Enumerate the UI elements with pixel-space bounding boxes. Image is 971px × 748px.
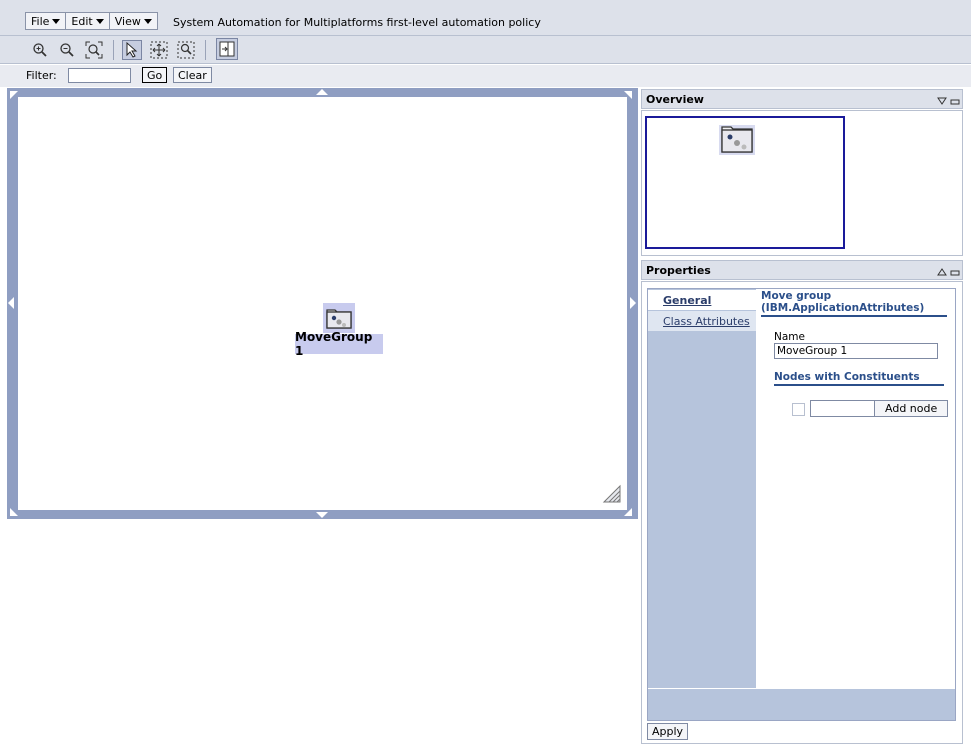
view-menu-label: View bbox=[114, 14, 141, 28]
toolbar bbox=[0, 36, 971, 64]
clear-button[interactable]: Clear bbox=[173, 67, 212, 83]
node-checkbox[interactable] bbox=[792, 403, 805, 416]
app-title: System Automation for Multiplatforms fir… bbox=[173, 16, 541, 29]
scroll-bottom-right-icon[interactable] bbox=[624, 508, 632, 516]
zoom-fit-icon[interactable] bbox=[84, 40, 104, 60]
scroll-bottom-left-icon[interactable] bbox=[10, 508, 18, 516]
group-folder-icon bbox=[326, 309, 352, 329]
toolbar-separator bbox=[113, 40, 114, 60]
chevron-down-icon bbox=[95, 18, 104, 24]
overview-controls bbox=[937, 95, 960, 108]
properties-controls bbox=[937, 266, 960, 279]
resize-grip-icon[interactable] bbox=[602, 484, 622, 507]
properties-footer-bar bbox=[648, 689, 955, 720]
chevron-down-icon bbox=[143, 18, 152, 24]
zoom-out-icon[interactable] bbox=[57, 40, 77, 60]
group-type-line2: (IBM.ApplicationAttributes) bbox=[761, 302, 925, 314]
toolbar-separator bbox=[205, 40, 206, 60]
zoom-in-icon[interactable] bbox=[30, 40, 50, 60]
file-menu-label: File bbox=[31, 14, 50, 28]
toggle-panel-icon[interactable] bbox=[216, 38, 238, 60]
name-field[interactable]: MoveGroup 1 bbox=[774, 343, 938, 359]
properties-tab-strip bbox=[648, 289, 756, 688]
select-icon[interactable] bbox=[122, 40, 142, 60]
node-input[interactable] bbox=[810, 400, 875, 417]
node-label[interactable]: MoveGroup 1 bbox=[295, 330, 383, 358]
movegroup-node[interactable] bbox=[323, 303, 355, 333]
apply-button[interactable]: Apply bbox=[647, 723, 689, 740]
nodes-section-title: Nodes with Constituents bbox=[774, 371, 944, 386]
view-menu[interactable]: View bbox=[110, 13, 157, 29]
properties-header: Properties bbox=[641, 260, 963, 280]
go-button[interactable]: Go bbox=[142, 67, 168, 83]
scroll-down-icon[interactable] bbox=[316, 512, 328, 518]
zoom-area-icon[interactable] bbox=[176, 40, 196, 60]
scroll-left-icon[interactable] bbox=[8, 297, 14, 309]
add-node-button[interactable]: Add node bbox=[874, 400, 949, 417]
minimize-icon[interactable] bbox=[950, 95, 960, 108]
overview-header: Overview bbox=[641, 89, 963, 109]
filter-label: Filter: bbox=[26, 69, 57, 82]
expand-icon[interactable] bbox=[937, 266, 947, 279]
properties-title: Properties bbox=[646, 263, 711, 277]
overview-node-icon bbox=[719, 121, 755, 158]
tab-general[interactable]: General bbox=[648, 290, 756, 310]
scroll-up-icon[interactable] bbox=[316, 89, 328, 95]
edit-menu[interactable]: Edit bbox=[66, 13, 110, 29]
pan-icon[interactable] bbox=[149, 40, 169, 60]
filter-input[interactable] bbox=[68, 68, 131, 83]
edit-menu-label: Edit bbox=[71, 14, 93, 28]
group-type-line1: Move group bbox=[761, 290, 832, 302]
tab-class-attributes[interactable]: Class Attributes bbox=[648, 311, 756, 331]
scroll-top-left-icon[interactable] bbox=[10, 91, 18, 99]
collapse-icon[interactable] bbox=[937, 95, 947, 108]
file-menu[interactable]: File bbox=[26, 13, 67, 29]
overview-title: Overview bbox=[646, 92, 704, 106]
scroll-top-right-icon[interactable] bbox=[624, 91, 632, 99]
menu-group: File Edit View bbox=[25, 12, 158, 30]
group-type-title: Move group (IBM.ApplicationAttributes) bbox=[761, 290, 947, 317]
chevron-down-icon bbox=[52, 18, 61, 24]
name-label: Name bbox=[774, 331, 805, 343]
minimize-icon[interactable] bbox=[950, 266, 960, 279]
scroll-right-icon[interactable] bbox=[630, 297, 636, 309]
